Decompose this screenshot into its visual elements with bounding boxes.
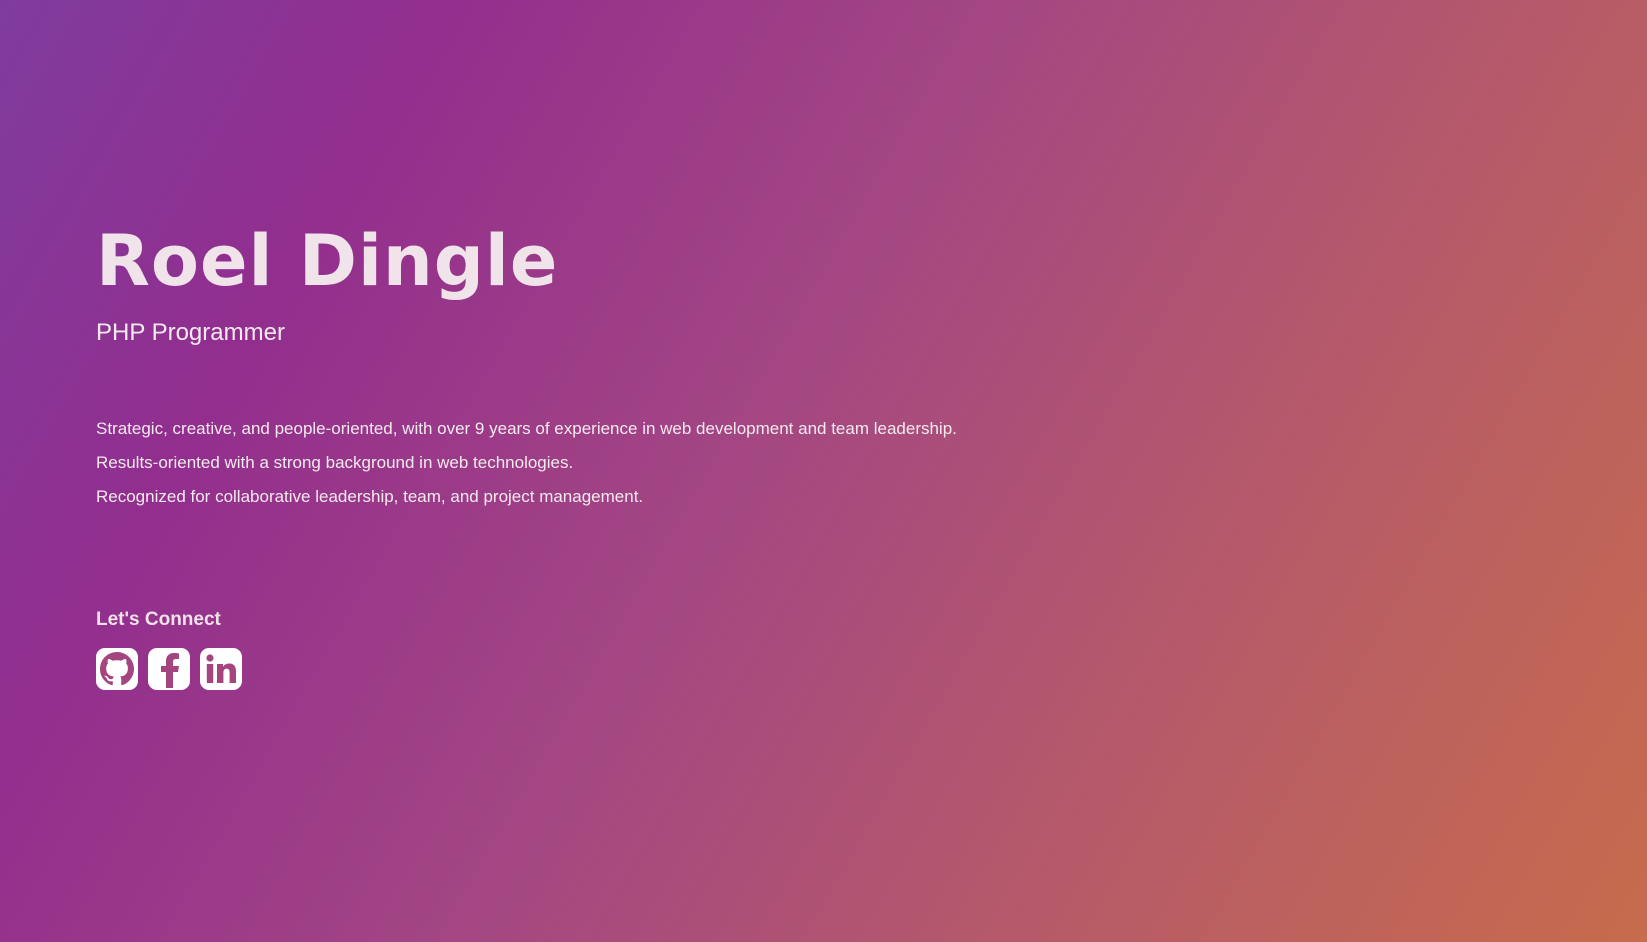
facebook-icon: [156, 650, 182, 688]
social-links: [96, 648, 1196, 690]
linkedin-link[interactable]: [200, 648, 242, 690]
connect-heading: Let's Connect: [96, 609, 221, 630]
profile-role: PHP Programmer: [96, 319, 285, 346]
linkedin-icon: [204, 652, 238, 686]
profile-name: Roel Dingle: [96, 220, 559, 302]
facebook-link[interactable]: [148, 648, 190, 690]
bio-line: Recognized for collaborative leadership,…: [96, 487, 644, 506]
page: Roel Dingle PHP Programmer Strategic, cr…: [0, 0, 1647, 942]
github-icon: [100, 652, 134, 686]
bio-list: Strategic, creative, and people-oriented…: [96, 412, 1196, 514]
github-link[interactable]: [96, 648, 138, 690]
bio-line: Strategic, creative, and people-oriented…: [96, 419, 957, 438]
bio-line: Results-oriented with a strong backgroun…: [96, 453, 574, 472]
hero-section: Roel Dingle PHP Programmer Strategic, cr…: [96, 218, 1196, 690]
